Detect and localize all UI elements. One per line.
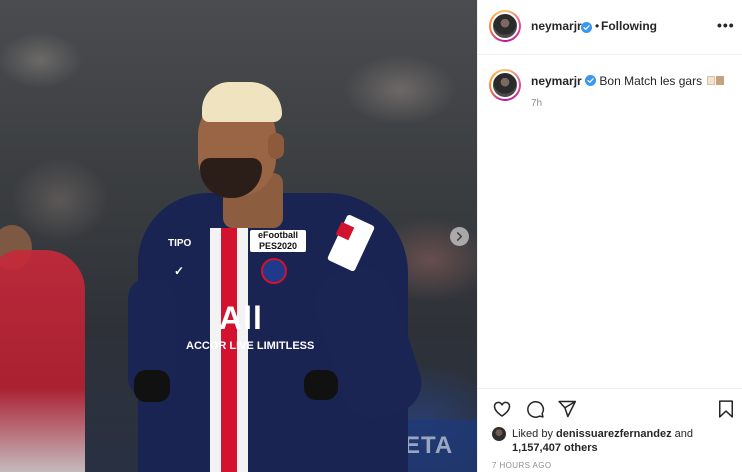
post-image[interactable]: ONMETA eFootball PES2020 TIPO ✓ All ACCO…	[0, 0, 477, 472]
verified-icon	[585, 75, 597, 86]
post-timestamp[interactable]: 7 HOURS AGO	[492, 461, 552, 470]
bookmark-icon[interactable]	[716, 399, 736, 419]
avatar[interactable]	[489, 10, 521, 42]
post-actions: Liked by denissuarezfernandez and 1,157,…	[478, 388, 742, 472]
following-button[interactable]: Following	[601, 19, 657, 33]
caption-avatar[interactable]	[489, 69, 521, 101]
club-crest	[261, 258, 287, 284]
hair	[202, 82, 282, 122]
chevron-right-icon	[456, 232, 463, 241]
caption-text: Bon Match les gars	[599, 74, 703, 88]
liker-username[interactable]: denissuarezfernandez	[556, 428, 672, 440]
sleeve-sponsor: eFootball PES2020	[250, 230, 306, 252]
likes-text: Liked by denissuarezfernandez and 1,157,…	[512, 427, 732, 455]
likes-middle: and	[671, 428, 693, 440]
verified-badge	[581, 19, 592, 37]
share-icon[interactable]	[557, 399, 577, 419]
comment-icon[interactable]	[525, 399, 545, 419]
likes-count[interactable]: 1,157,407 others	[512, 442, 598, 454]
ear	[268, 133, 284, 159]
swoosh-logo: ✓	[174, 264, 185, 278]
likes-prefix: Liked by	[512, 428, 557, 440]
header-separator: •	[595, 19, 600, 33]
background-player	[0, 250, 85, 472]
header-username[interactable]: neymarjr	[531, 19, 582, 33]
jersey-sponsor-sub: ACCOR LIVE LIMITLESS	[186, 340, 315, 352]
caption-username[interactable]: neymarjr	[531, 74, 582, 88]
verified-icon	[581, 22, 592, 33]
post-header: neymarjr • Following •••	[478, 0, 742, 55]
liker-avatar[interactable]	[492, 427, 506, 441]
caption-line: neymarjr Bon Match les gars	[531, 74, 736, 88]
post-side-panel: neymarjr • Following ••• neymarjr Bon Ma…	[477, 0, 742, 472]
heart-icon[interactable]	[492, 399, 512, 419]
handshake-emoji-icon	[707, 74, 725, 85]
left-glove	[134, 370, 170, 402]
more-options-button[interactable]: •••	[717, 17, 735, 33]
next-image-button[interactable]	[450, 227, 469, 246]
player-figure: eFootball PES2020 TIPO ✓ All ACCOR LIVE …	[128, 78, 430, 472]
caption-time[interactable]: 7h	[531, 98, 542, 109]
right-glove	[304, 370, 338, 400]
tipo-patch: TIPO	[168, 238, 192, 249]
jersey-sponsor: All	[219, 300, 263, 336]
